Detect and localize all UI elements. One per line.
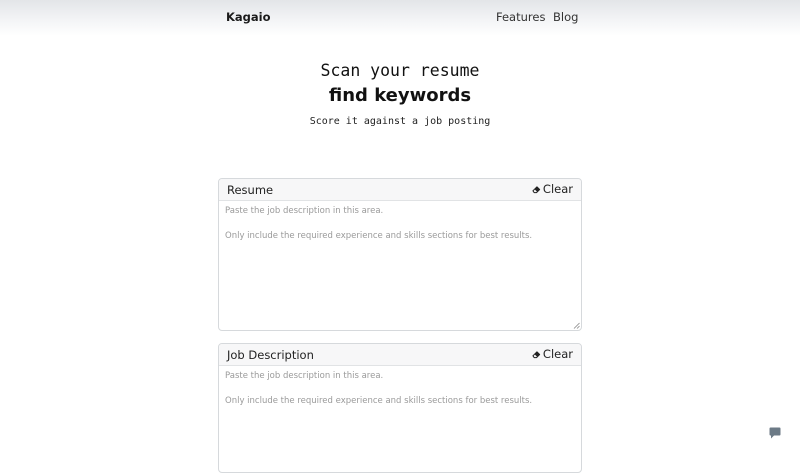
job-description-clear-button[interactable]: Clear (532, 347, 573, 361)
nav-link-blog[interactable]: Blog (553, 10, 578, 24)
resume-clear-label: Clear (542, 182, 573, 196)
hero-subtitle: Score it against a job posting (309, 116, 491, 127)
hero-heading-bold: find keywords (328, 85, 472, 106)
eraser-icon (532, 185, 541, 193)
resume-card-header: Resume Clear (219, 179, 581, 201)
resume-clear-button[interactable]: Clear (532, 182, 573, 196)
job-description-card-title: Job Description (227, 348, 314, 362)
resume-card-title: Resume (227, 183, 274, 197)
job-description-card: Job Description Clear (218, 343, 582, 473)
job-description-clear-label: Clear (542, 347, 573, 361)
hero-heading: Scan your resume (320, 61, 480, 80)
resume-textarea[interactable] (219, 201, 581, 330)
brand-logo[interactable]: Kagaio (226, 10, 271, 24)
chat-icon[interactable] (768, 426, 782, 440)
nav-link-features[interactable]: Features (496, 10, 545, 24)
resize-grip-icon[interactable] (573, 322, 580, 329)
job-description-card-header: Job Description Clear (219, 344, 581, 366)
resume-card: Resume Clear (218, 178, 582, 331)
eraser-icon (532, 350, 541, 358)
navbar: Kagaio Features Blog (0, 0, 800, 36)
job-description-textarea[interactable] (219, 366, 581, 472)
